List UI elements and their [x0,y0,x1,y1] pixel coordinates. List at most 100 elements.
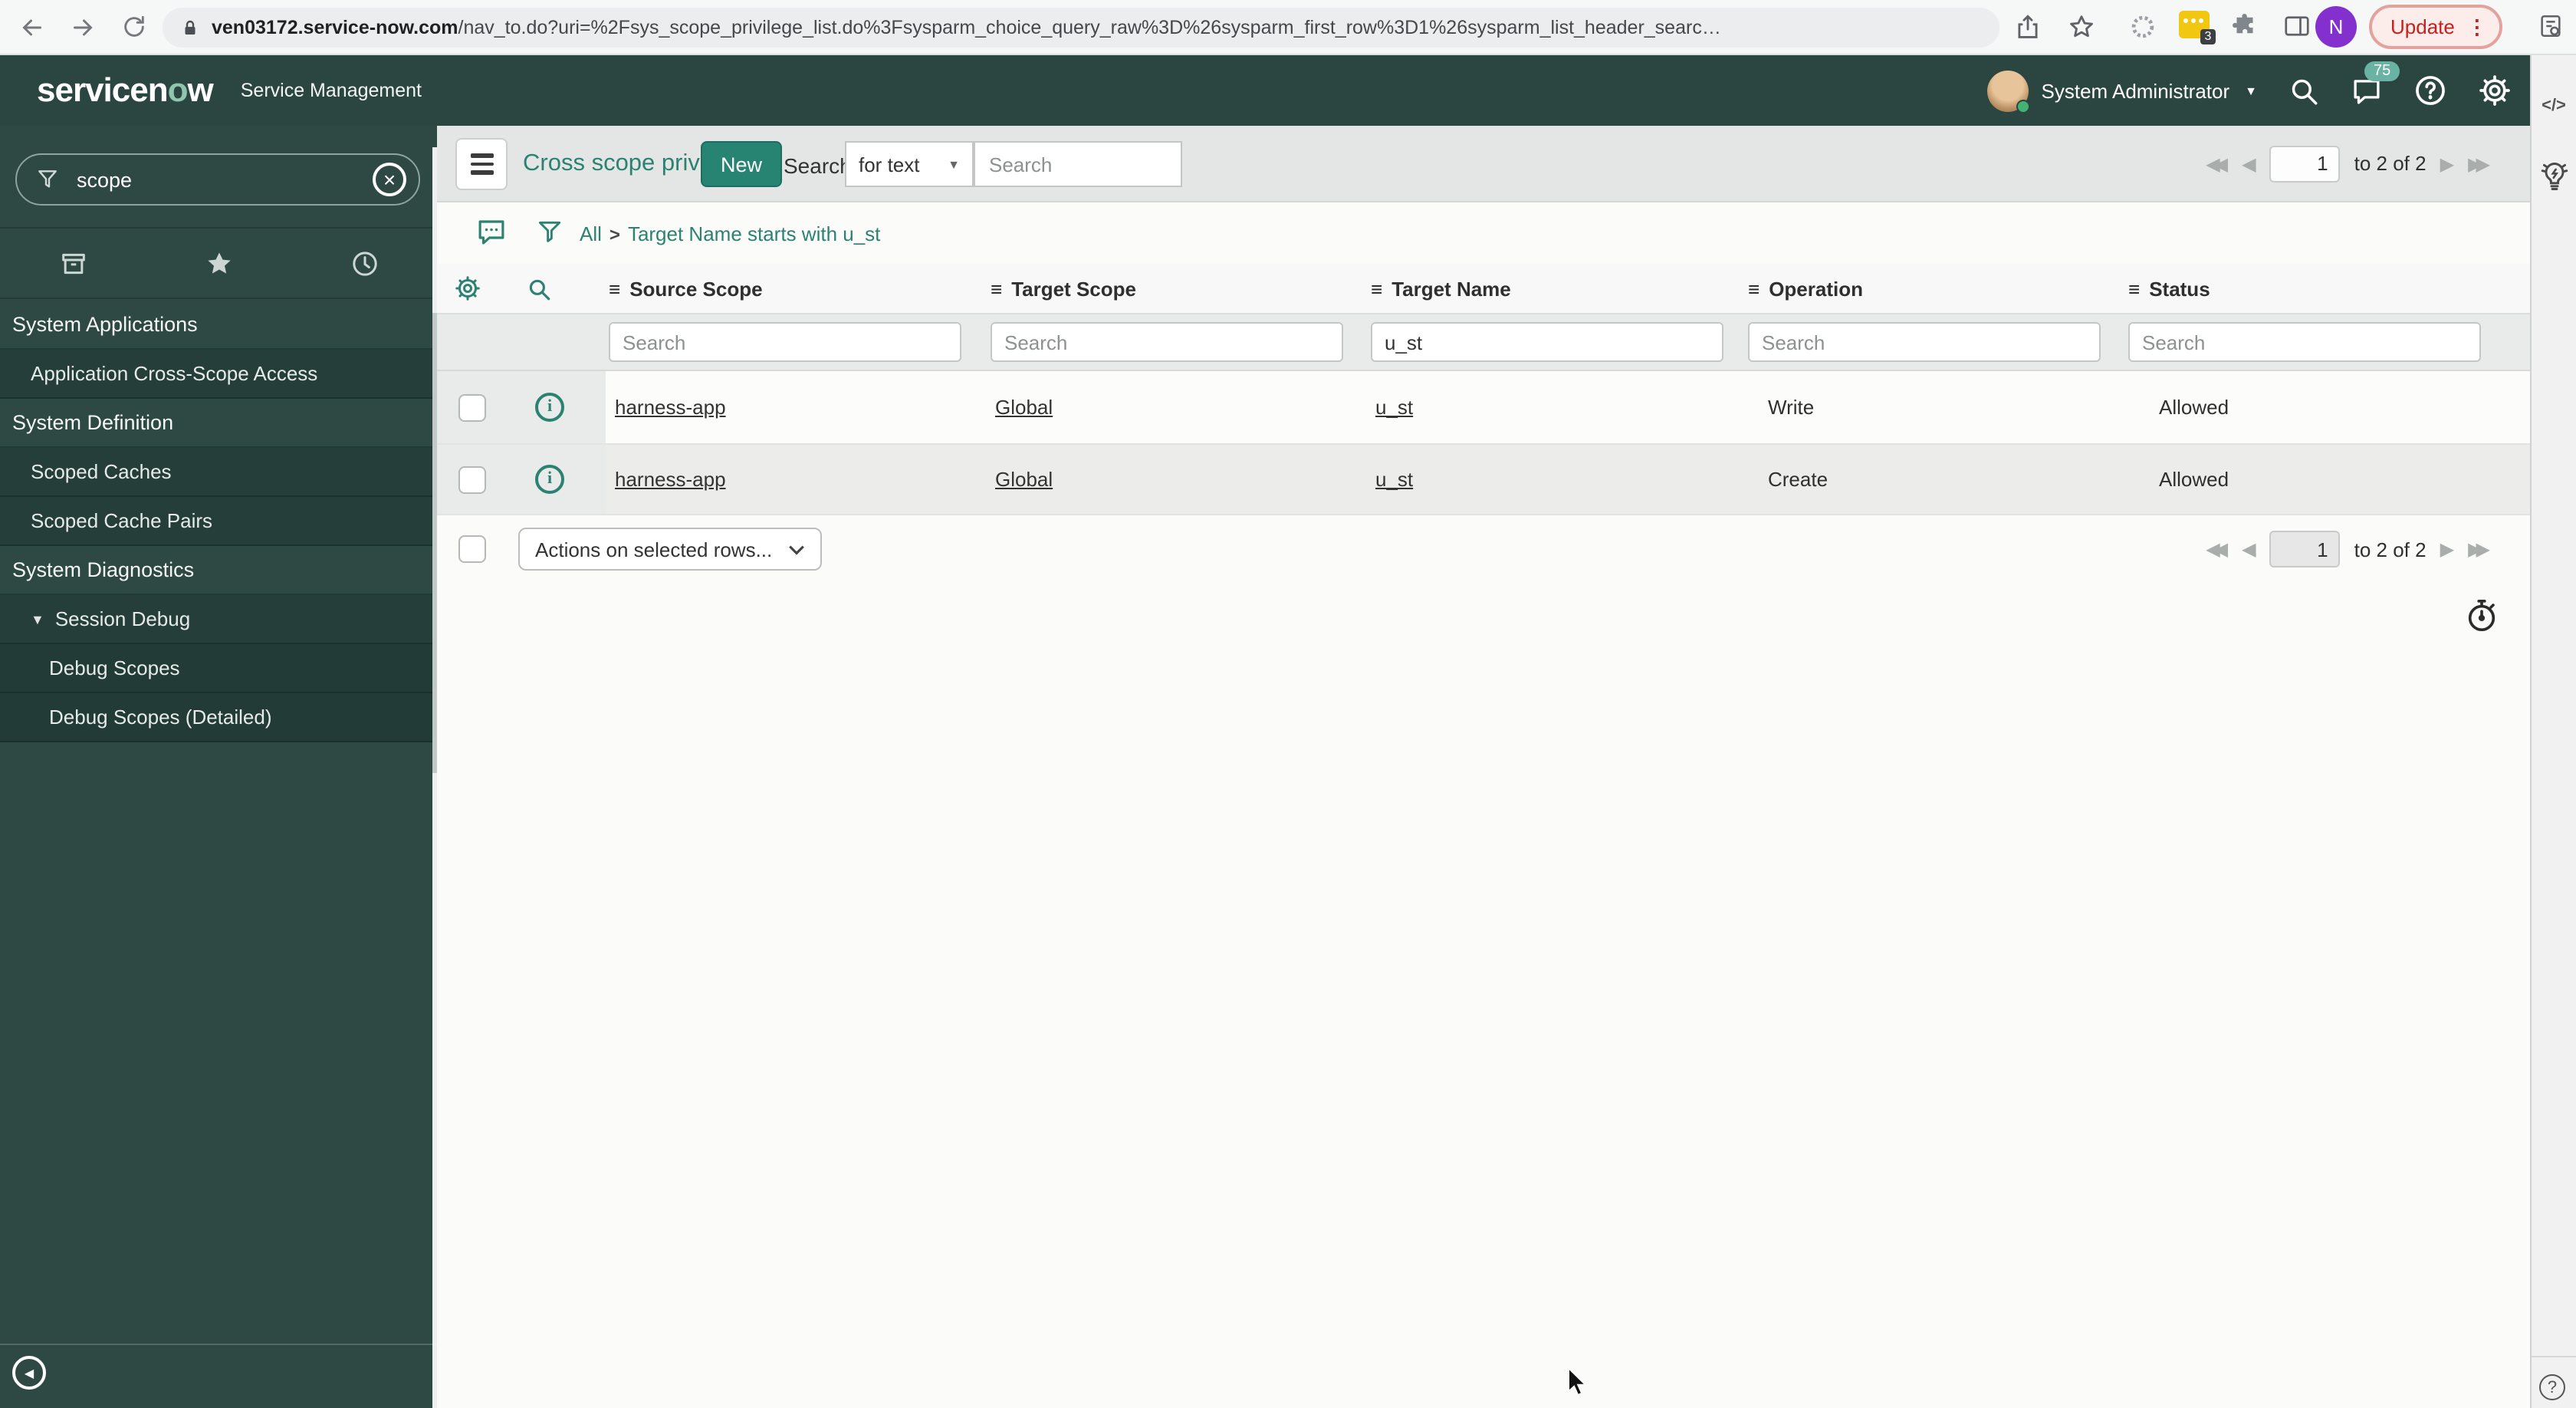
row-controls: i [437,371,606,443]
clear-filter-icon[interactable]: × [373,163,406,196]
browser-menu-icon[interactable]: ⋮ [2467,15,2487,39]
page-help-icon[interactable]: ? [2539,1374,2565,1400]
favorites-tab[interactable] [146,248,291,278]
page-input[interactable] [2269,145,2341,182]
share-icon[interactable] [2013,12,2042,41]
reading-list-icon[interactable] [2538,12,2564,40]
row-checkbox[interactable] [458,393,486,421]
pagination-bottom: ◀◀ ◀ to 2 of 2 ▶ ▶▶ [2206,515,2490,583]
filter-status-input[interactable] [2128,322,2481,362]
new-button[interactable]: New [701,141,783,187]
reload-icon[interactable] [121,14,147,40]
page-range-label: to 2 of 2 [2354,538,2426,561]
col-header-target-name[interactable]: ≡ Target Name [1371,264,1511,314]
select-all-checkbox[interactable] [458,535,486,563]
global-search-icon[interactable] [2288,74,2320,107]
user-name: System Administrator [2041,79,2230,102]
sidebar-item-debug-scopes-detailed[interactable]: Debug Scopes (Detailed) [0,693,437,742]
column-menu-icon[interactable]: ≡ [609,278,620,301]
column-menu-icon[interactable]: ≡ [2128,278,2140,301]
notifications-icon[interactable]: 75 [2351,61,2400,107]
forward-icon[interactable] [69,14,97,41]
sidebar-item-debug-scopes[interactable]: Debug Scopes [0,644,437,693]
notifications-badge: 75 [2364,61,2400,81]
col-header-target-scope[interactable]: ≡ Target Scope [991,264,1136,314]
col-header-operation[interactable]: ≡ Operation [1748,264,1863,314]
servicenow-banner: servicenow Service Management System Adm… [0,55,2576,126]
column-menu-icon[interactable]: ≡ [1371,278,1382,301]
sidebar-section-system-applications[interactable]: System Applications [0,301,437,350]
navigator-menu: System Applications Application Cross-Sc… [0,301,437,742]
chevron-down-icon [788,544,805,554]
target-scope-link[interactable]: Global [995,468,1053,491]
filter-source-scope-input[interactable] [609,322,961,362]
history-tab[interactable] [291,248,437,278]
side-panel-icon[interactable] [2283,14,2311,38]
extension-yellow-dots [2183,18,2205,23]
first-page-button[interactable]: ◀◀ [2206,154,2228,173]
page-input[interactable] [2269,531,2341,567]
column-menu-icon[interactable]: ≡ [991,278,1002,301]
personalize-list-gear-icon[interactable] [454,275,481,302]
filter-funnel-icon [35,167,60,192]
code-icon[interactable]: </> [2532,97,2576,115]
target-scope-link[interactable]: Global [995,396,1053,419]
browser-profile-avatar[interactable]: N [2315,6,2357,48]
filter-target-scope-input[interactable] [991,322,1343,362]
column-search-icon[interactable] [526,276,552,302]
select-caret-icon: ▼ [948,157,960,171]
response-time-icon[interactable] [2464,598,2499,633]
breadcrumb-filter-icon[interactable] [535,216,564,248]
col-header-source-scope[interactable]: ≡ Source Scope [609,264,763,314]
extension-spinner-icon[interactable] [2128,12,2157,41]
last-page-button[interactable]: ▶▶ [2468,154,2490,173]
col-header-status[interactable]: ≡ Status [2128,264,2210,314]
filter-operation-input[interactable] [1748,322,2101,362]
navigator-filter-input[interactable] [74,166,373,192]
info-icon[interactable]: i [535,464,564,493]
update-button[interactable]: Update ⋮ [2369,5,2502,49]
next-page-button[interactable]: ▶ [2440,154,2454,173]
last-page-button[interactable]: ▶▶ [2468,540,2490,558]
expand-triangle-icon[interactable]: ▼ [31,611,44,627]
extension-puzzle-icon[interactable] [2231,12,2259,40]
source-scope-link[interactable]: harness-app [615,396,726,419]
back-icon[interactable] [18,14,46,41]
servicenow-logo[interactable]: servicenow [37,71,214,110]
source-scope-link[interactable]: harness-app [615,468,726,491]
user-menu[interactable]: System Administrator ▼ [1987,70,2257,113]
sidebar-item-session-debug[interactable]: ▼ Session Debug [0,595,437,644]
breadcrumb-all-link[interactable]: All [580,222,602,245]
collapse-sidebar-button[interactable]: ◀ [12,1356,46,1390]
list-menu-button[interactable] [455,138,508,190]
sidebar-section-system-definition[interactable]: System Definition [0,399,437,448]
filter-target-name-input[interactable] [1371,322,1723,362]
all-applications-tab[interactable] [0,248,146,278]
breadcrumb-separator: > [609,224,620,245]
settings-gear-icon[interactable] [2478,74,2512,107]
address-bar[interactable]: ven03172.service-now.com/nav_to.do?uri=%… [163,8,1999,48]
bookmark-star-icon[interactable] [2067,12,2096,41]
list-chat-icon[interactable] [475,216,508,248]
prev-page-button[interactable]: ◀ [2242,540,2256,558]
extension-yellow-icon[interactable]: 3 [2179,11,2216,44]
row-checkbox[interactable] [458,465,486,493]
target-name-link[interactable]: u_st [1375,396,1413,419]
actions-select[interactable]: Actions on selected rows... [518,528,822,571]
breadcrumb-condition-link[interactable]: Target Name starts with u_st [628,222,880,245]
list-search-input[interactable] [974,141,1182,187]
navigator-filter[interactable]: × [15,153,420,206]
sidebar-item-scoped-caches[interactable]: Scoped Caches [0,448,437,497]
target-name-link[interactable]: u_st [1375,468,1413,491]
prev-page-button[interactable]: ◀ [2242,154,2256,173]
sidebar-section-system-diagnostics[interactable]: System Diagnostics [0,546,437,595]
column-menu-icon[interactable]: ≡ [1748,278,1760,301]
insights-bulb-icon[interactable] [2538,158,2571,195]
sidebar-item-scoped-cache-pairs[interactable]: Scoped Cache Pairs [0,497,437,546]
search-mode-select[interactable]: for text ▼ [845,141,974,187]
info-icon[interactable]: i [535,392,564,421]
sidebar-item-application-cross-scope-access[interactable]: Application Cross-Scope Access [0,350,437,399]
help-icon[interactable] [2413,74,2447,107]
first-page-button[interactable]: ◀◀ [2206,540,2228,558]
next-page-button[interactable]: ▶ [2440,540,2454,558]
